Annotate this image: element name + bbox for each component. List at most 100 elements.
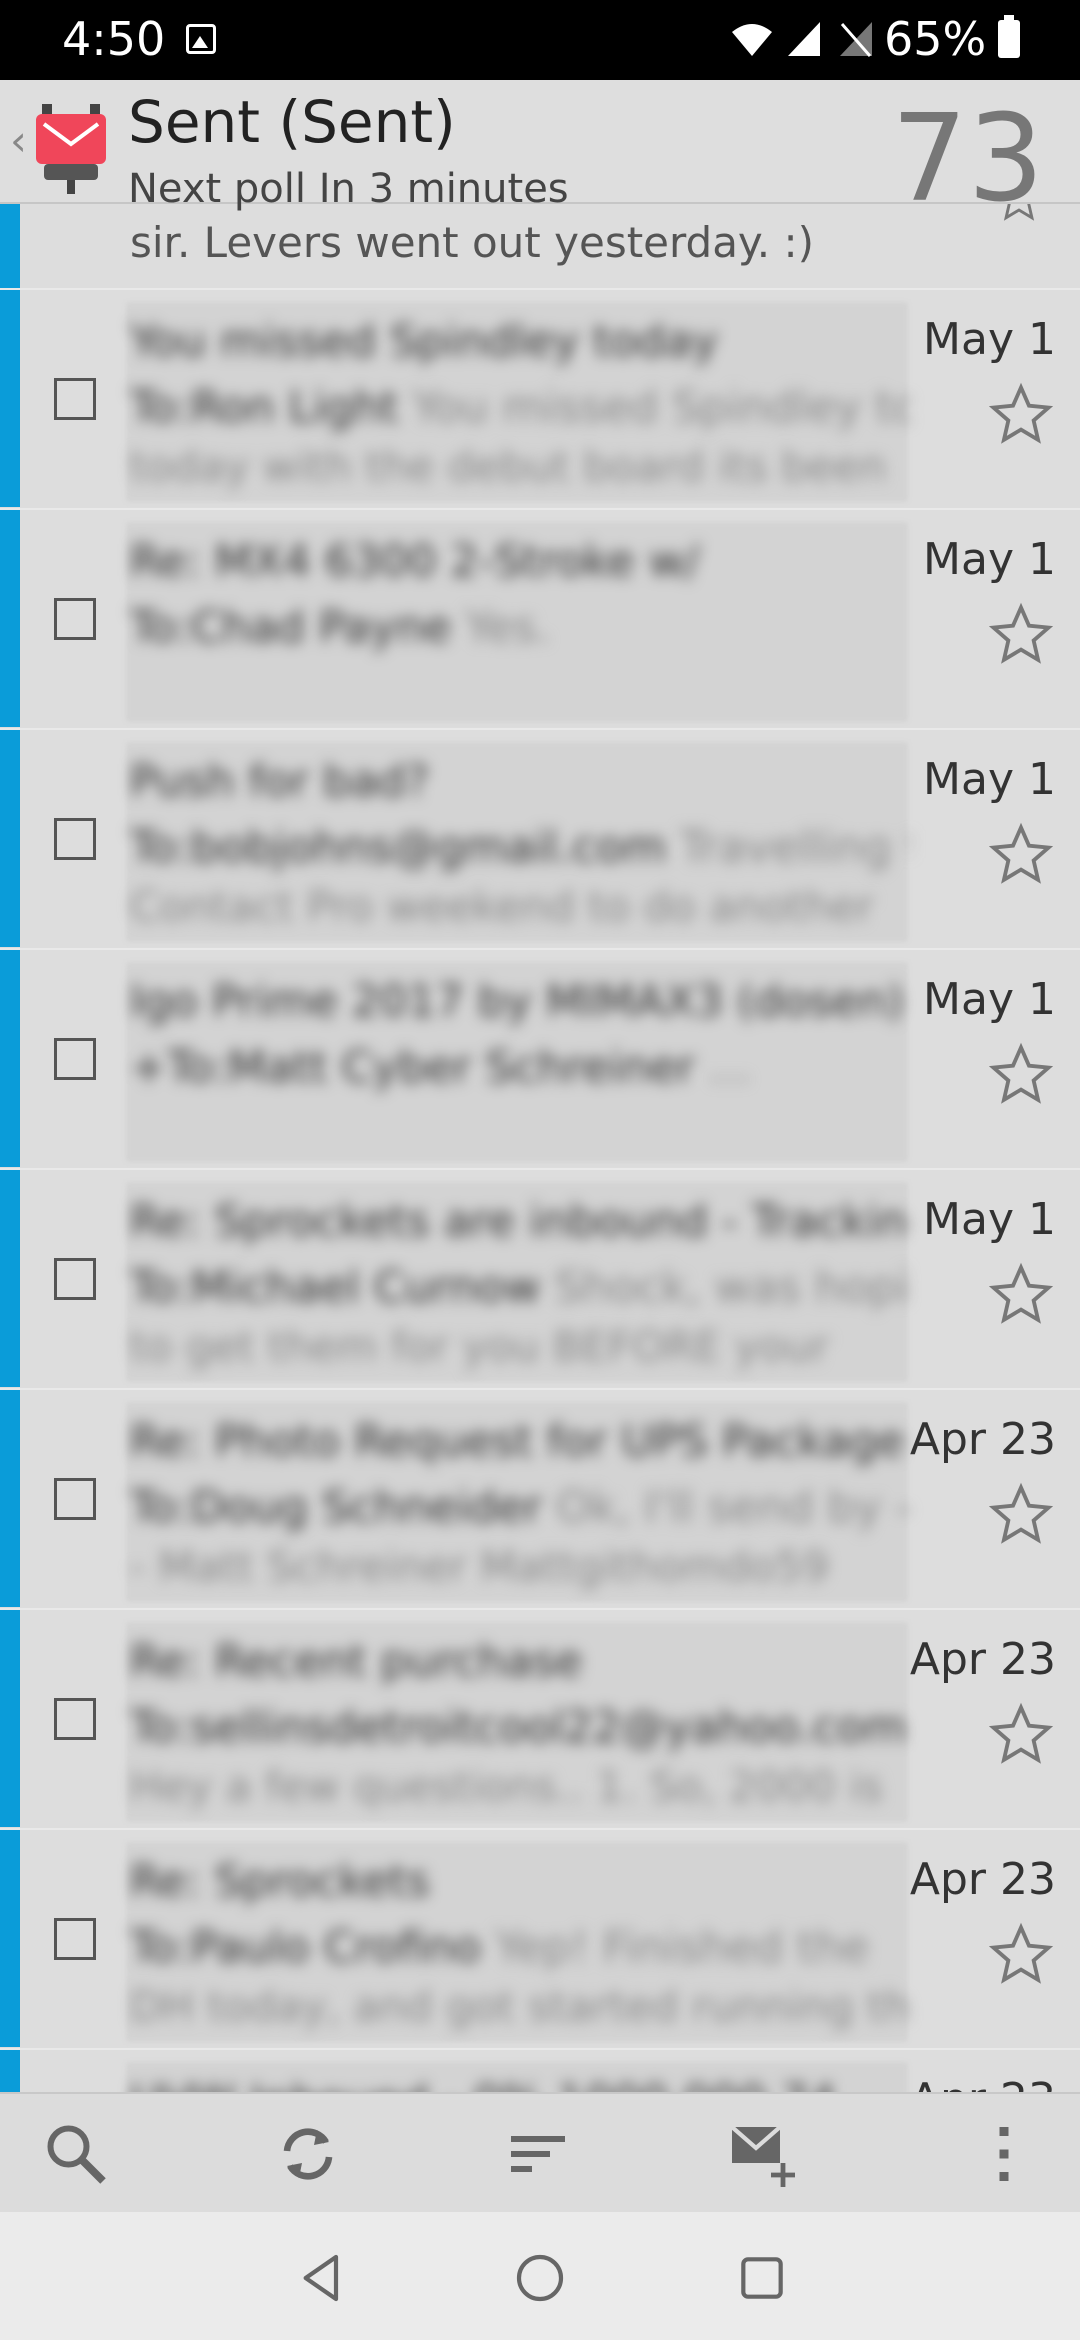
system-nav-bar [0,2212,1080,2340]
message-sender: To:Chad Payne Yes. [130,602,910,653]
message-sender: +To:Matt Cyber Schreiner ... [130,1042,910,1093]
select-checkbox[interactable] [54,1698,96,1740]
message-date: Apr 23 [909,1634,1056,1685]
nav-recents-icon[interactable] [734,2250,790,2306]
message-sender: To:Doug Schneider Ok, I'll send by -- [130,1482,910,1533]
select-checkbox[interactable] [54,598,96,640]
message-subject: UVW Inbound - 0% 1000 000 74 [130,2076,910,2092]
star-icon[interactable] [988,382,1054,448]
sender-name: To:Chad Payne [130,602,452,653]
poll-status: Next poll In 3 minutes [128,166,569,212]
nav-home-icon[interactable] [512,2250,568,2306]
select-checkbox[interactable] [54,1478,96,1520]
list-item[interactable]: Re: Sprockets are inbound - Tracking To:M… [0,1168,1080,1387]
message-subject: Push for bad? [130,756,430,807]
message-sender: To:Paulo Crofino Yep! Finished the [130,1922,910,1973]
message-snippet: Shock, was hoping [554,1262,910,1313]
back-chevron-icon[interactable]: ‹ [10,116,27,165]
message-list[interactable]: sir. Levers went out yesterday. :) You m… [0,204,1080,2092]
list-item[interactable]: Re: Sprockets To:Paulo Crofino Yep! Finis… [0,1828,1080,2047]
refresh-icon [283,2128,333,2180]
message-sender: To:Ron Light You missed Spindley today w… [130,382,910,433]
message-preview: Contact Pro weekend to do another [130,882,874,931]
message-snippet: Ok, I'll send by -- [556,1482,910,1533]
message-subject: You missed Spindley today [130,316,719,367]
list-item[interactable]: Re: Recent purchase To:sellinsdetroitcool… [0,1608,1080,1827]
more-vert-icon [999,2127,1009,2181]
list-item[interactable]: UVW Inbound - 0% 1000 000 74 Apr 23 [0,2048,1080,2092]
app-bar: ‹ Sent (Sent) Next poll In 3 minutes 73 [0,80,1080,220]
unread-accent-bar [0,290,20,507]
select-checkbox[interactable] [54,1038,96,1080]
sender-name: +To:Matt Cyber Schreiner [130,1042,695,1093]
message-sender: To:sellinsdetroitcool22@yahoo.com [130,1702,910,1753]
star-icon[interactable] [988,1262,1054,1328]
sender-name: To:bobjohns@gmail.com [130,822,666,873]
message-subject: Re: Recent purchase [130,1636,583,1687]
sender-name: To:Michael Curnow [130,1262,541,1313]
message-preview: today with the debut board its been [130,442,887,491]
status-bar: 4:50 65% [0,0,1080,80]
battery-percent: 65% [884,12,987,66]
sender-name: To:sellinsdetroitcool22@yahoo.com [130,1702,907,1753]
message-date: Apr 23 [909,1854,1056,1905]
message-date: May 1 [923,314,1056,365]
k9-mail-logo-icon[interactable] [34,102,108,198]
message-subject: Re: Sprockets are inbound - Tracking [130,1196,910,1247]
nav-back-icon[interactable] [294,2250,350,2306]
message-snippet: You missed Spindley today with the debut… [412,382,910,433]
sender-name: To:Ron Light [130,382,399,433]
list-item[interactable]: Re: Photo Request for UPS Package To:Doug… [0,1388,1080,1607]
status-time: 4:50 [62,12,166,66]
message-preview: - Matt Schreiner Mattgithomdo59 [130,1542,829,1591]
star-icon[interactable] [988,1702,1054,1768]
star-icon[interactable] [988,1482,1054,1548]
battery-icon [998,15,1020,58]
sender-name: To:Doug Schneider [130,1482,543,1533]
no-sim-icon [840,22,872,57]
message-date: Apr 23 [910,2074,1056,2092]
sort-button[interactable] [502,2118,574,2190]
message-subject: Igo Prime 2017 by MIMAX3 (dosen) [130,976,904,1027]
unread-accent-bar [0,950,20,1167]
message-date: May 1 [923,974,1056,1025]
search-icon [47,2125,106,2184]
select-checkbox[interactable] [54,378,96,420]
star-icon[interactable] [988,602,1054,668]
unread-accent-bar [0,2050,20,2092]
select-checkbox[interactable] [54,1918,96,1960]
message-preview: to get them for you BEFORE your [130,1322,829,1371]
unread-accent-bar [0,510,20,727]
unread-accent-bar [0,1830,20,2047]
message-preview: DH today, and got started running the [130,1982,910,2031]
overflow-menu-button[interactable] [968,2118,1040,2190]
message-count: 73 [891,90,1044,229]
bottom-toolbar [0,2092,1080,2212]
list-item[interactable]: Igo Prime 2017 by MIMAX3 (dosen) +To:Matt… [0,948,1080,1167]
message-subject: Re: Photo Request for UPS Package [130,1416,905,1467]
message-snippet: ... [708,1042,751,1093]
select-checkbox[interactable] [54,1258,96,1300]
star-icon[interactable] [988,1042,1054,1108]
list-item[interactable]: Re: MX4 6300 2-Stroke w/To:Chad Payne Ye… [0,508,1080,727]
search-button[interactable] [40,2118,112,2190]
sort-icon [511,2136,565,2172]
message-sender: To:Michael Curnow Shock, was hoping [130,1262,910,1313]
message-snippet: Yep! Finished the [494,1922,870,1973]
select-checkbox[interactable] [54,818,96,860]
star-icon[interactable] [988,822,1054,888]
message-date: May 1 [923,534,1056,585]
list-item[interactable]: You missed Spindley today To:Ron Light Yo… [0,288,1080,507]
unread-accent-bar [0,1170,20,1387]
compose-button[interactable] [726,2118,798,2190]
message-preview: sir. Levers went out yesterday. :) [130,218,815,267]
message-preview: Hey a few questions.. 1. So, 2000 is [130,1762,883,1811]
refresh-button[interactable] [272,2118,344,2190]
unread-accent-bar [0,1390,20,1607]
list-item[interactable]: Push for bad? To:bobjohns@gmail.com Trave… [0,728,1080,947]
unread-accent-bar [0,730,20,947]
wifi-icon [732,24,772,56]
message-subject: Re: MX4 6300 2-Stroke w/ [130,536,700,587]
message-date: Apr 23 [909,1414,1056,1465]
star-icon[interactable] [988,1922,1054,1988]
